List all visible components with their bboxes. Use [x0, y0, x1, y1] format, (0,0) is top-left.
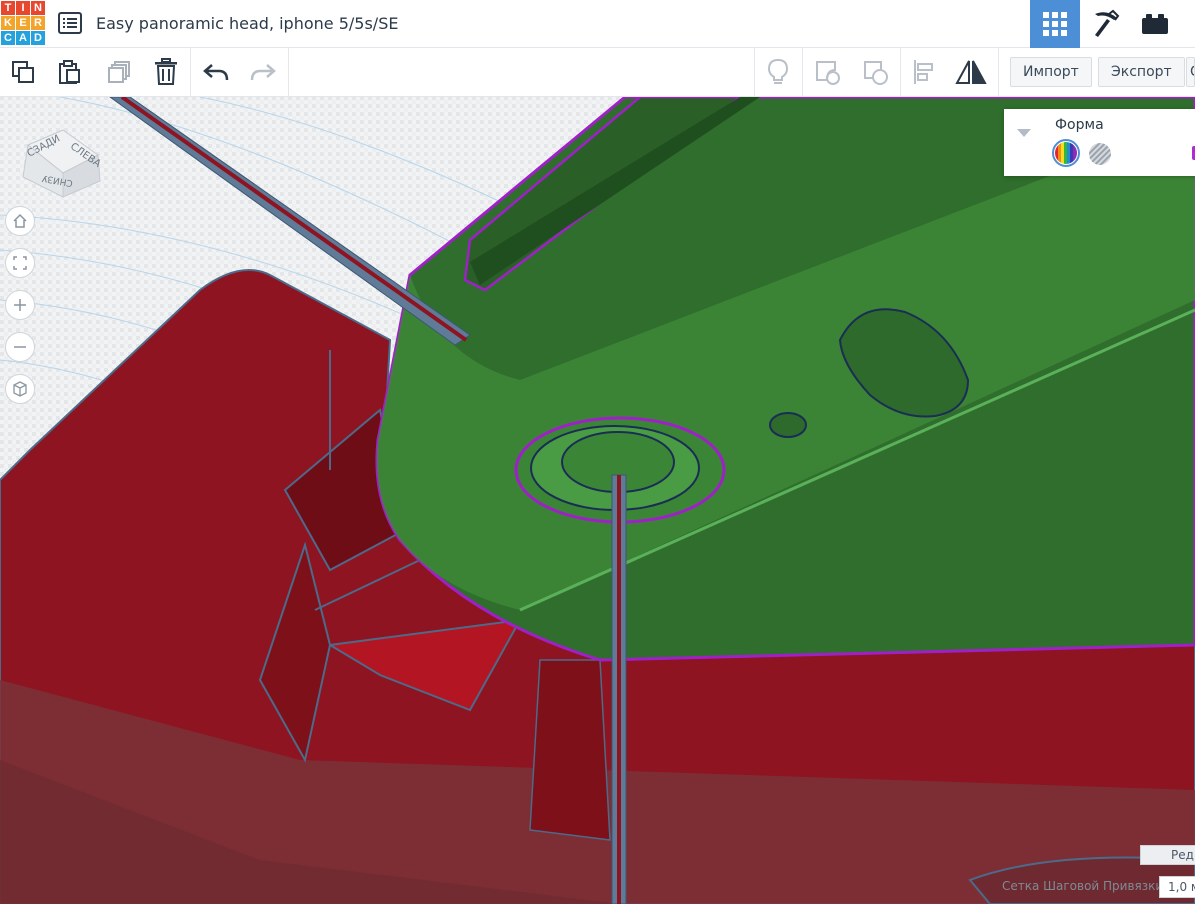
snap-grid-label: Сетка Шаговой Привязки: [1002, 879, 1164, 893]
group-icon: [816, 61, 840, 85]
toolbar: Импорт Экспорт С: [0, 48, 1195, 97]
logo-letter: K: [1, 16, 15, 30]
copy-button[interactable]: [7, 56, 39, 88]
toolbar-divider: [998, 48, 999, 96]
duplicate-icon: [108, 61, 130, 83]
home-view-button[interactable]: [5, 206, 35, 236]
collapse-panel-button[interactable]: [1016, 125, 1032, 143]
hole-button[interactable]: [1088, 142, 1112, 166]
duplicate-button[interactable]: [103, 56, 135, 88]
toolbar-divider: [802, 48, 803, 96]
mirror-button[interactable]: [955, 56, 987, 88]
copy-icon: [12, 61, 34, 83]
zoom-in-button[interactable]: [5, 290, 35, 320]
logo-letter: I: [16, 1, 30, 15]
pickaxe-icon: [1095, 9, 1120, 37]
redo-button[interactable]: [247, 56, 279, 88]
paste-button[interactable]: [53, 56, 85, 88]
zoom-out-button[interactable]: [5, 332, 35, 362]
chevron-down-icon: [1017, 129, 1031, 137]
perspective-button[interactable]: [5, 374, 35, 404]
shape-inspector-panel: Форма: [1004, 109, 1195, 176]
logo-letter: A: [16, 31, 30, 45]
toolbar-divider: [900, 48, 901, 96]
ungroup-button[interactable]: [859, 56, 891, 88]
undo-button[interactable]: [200, 56, 232, 88]
plus-icon: [14, 299, 26, 311]
paste-icon: [59, 60, 80, 84]
logo-letter: E: [16, 16, 30, 30]
workplane-scene[interactable]: [0, 97, 1195, 904]
edit-grid-button[interactable]: Ред.: [1140, 845, 1195, 865]
group-button[interactable]: [811, 56, 843, 88]
logo-letter: D: [31, 31, 45, 45]
fit-icon: [13, 256, 27, 270]
color-wheel-icon: [1055, 142, 1077, 164]
grid-icon: [1043, 12, 1067, 36]
send-to-button[interactable]: С: [1186, 57, 1195, 87]
delete-button[interactable]: [150, 56, 182, 88]
view-cube[interactable]: СЗАДИ СЛЕВА СНИЗУ: [18, 125, 104, 205]
toolbar-divider: [190, 48, 191, 96]
bricks-view-button[interactable]: [1130, 0, 1180, 48]
brick-icon: [1142, 14, 1168, 34]
logo-letter: C: [1, 31, 15, 45]
toolbar-divider: [288, 48, 289, 96]
redo-icon: [250, 64, 276, 81]
design-menu-icon[interactable]: [58, 12, 82, 34]
lightbulb-icon: [767, 58, 789, 84]
3d-viewport[interactable]: СЗАДИ СЛЕВА СНИЗУ: [0, 97, 1195, 904]
mirror-icon: [955, 60, 987, 84]
shape-panel-title: Форма: [1055, 117, 1104, 133]
blocks-view-button[interactable]: [1080, 0, 1130, 48]
logo-letter: R: [31, 16, 45, 30]
import-button[interactable]: Импорт: [1010, 57, 1092, 87]
trash-icon: [155, 58, 177, 85]
top-bar: T I N K E R C A D Easy panoramic head, i…: [0, 0, 1195, 48]
snap-grid-select[interactable]: 1,0 м: [1159, 876, 1195, 898]
minus-icon: [14, 346, 26, 348]
3d-design-view-button[interactable]: [1030, 0, 1080, 48]
logo-letter: T: [1, 1, 15, 15]
export-button[interactable]: Экспорт: [1098, 57, 1185, 87]
home-icon: [13, 213, 27, 228]
fit-view-button[interactable]: [5, 248, 35, 278]
cube-icon: [13, 381, 27, 397]
undo-icon: [203, 64, 229, 81]
align-button[interactable]: [908, 56, 940, 88]
solid-color-button[interactable]: [1052, 139, 1080, 167]
ungroup-icon: [864, 61, 888, 85]
design-title[interactable]: Easy panoramic head, iphone 5/5s/SE: [96, 14, 398, 33]
hole-pattern-icon: [1089, 143, 1111, 165]
tinkercad-logo[interactable]: T I N K E R C A D: [0, 0, 45, 45]
align-icon: [914, 60, 933, 84]
toolbar-divider: [754, 48, 755, 96]
logo-letter: N: [31, 1, 45, 15]
notes-button[interactable]: [762, 56, 794, 88]
